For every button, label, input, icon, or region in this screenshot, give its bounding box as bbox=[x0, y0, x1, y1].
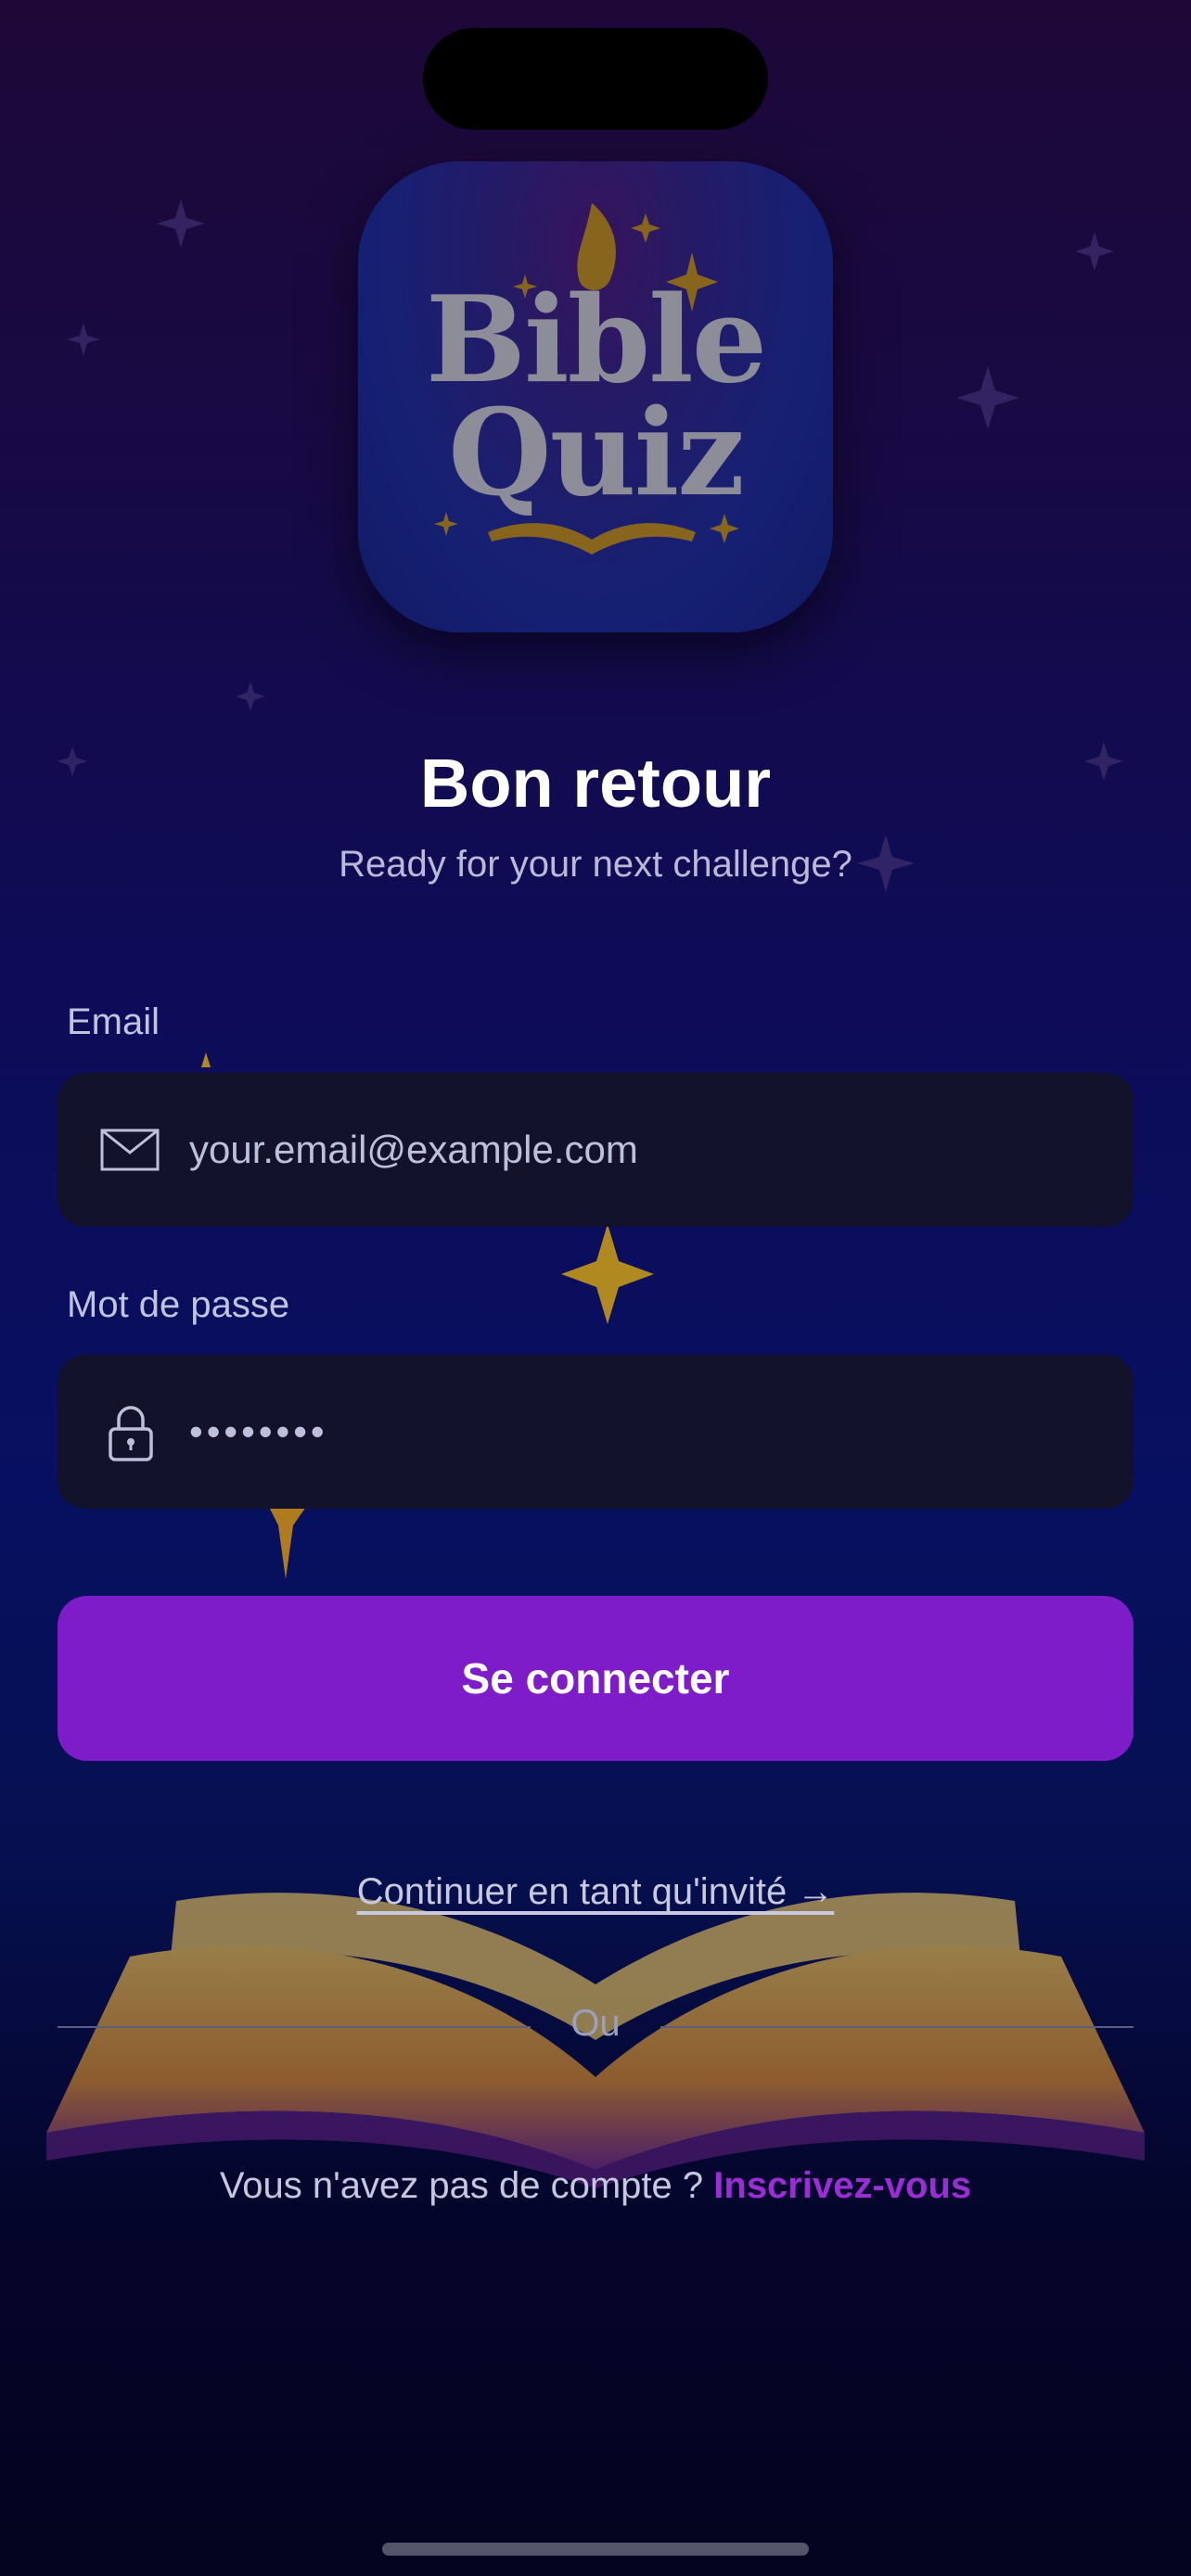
login-button[interactable]: Se connecter bbox=[58, 1596, 1133, 1761]
lock-icon bbox=[109, 1406, 153, 1461]
password-field[interactable]: •••••••• bbox=[58, 1355, 1133, 1509]
signup-link[interactable]: Inscrivez-vous bbox=[713, 2165, 971, 2206]
guest-link-label[interactable]: Continuer en tant qu'invité → bbox=[357, 1871, 835, 1912]
or-separator: Ou bbox=[570, 2003, 621, 2044]
app-logo: Bible Quiz bbox=[358, 161, 833, 632]
divider-right bbox=[660, 2026, 1133, 2028]
home-indicator bbox=[382, 2543, 809, 2556]
password-value[interactable]: •••••••• bbox=[189, 1355, 328, 1509]
email-field[interactable]: your.email@example.com bbox=[58, 1073, 1133, 1227]
page-title: Bon retour bbox=[419, 745, 772, 822]
email-placeholder[interactable]: your.email@example.com bbox=[189, 1073, 638, 1227]
password-label: Mot de passe bbox=[67, 1284, 290, 1325]
logo-text-bible: Bible bbox=[425, 271, 767, 410]
dynamic-island bbox=[423, 28, 768, 130]
signup-prompt: Vous n'avez pas de compte ? Inscrivez-vo… bbox=[0, 2165, 1191, 2207]
no-account-text: Vous n'avez pas de compte ? bbox=[219, 2165, 704, 2206]
email-label: Email bbox=[67, 1001, 160, 1042]
divider-left bbox=[58, 2026, 531, 2028]
mail-icon bbox=[100, 1129, 160, 1171]
logo-text-quiz: Quiz bbox=[448, 384, 745, 523]
page-subtitle: Ready for your next challenge? bbox=[339, 844, 852, 885]
guest-link[interactable]: Continuer en tant qu'invité → bbox=[0, 1871, 1191, 1913]
